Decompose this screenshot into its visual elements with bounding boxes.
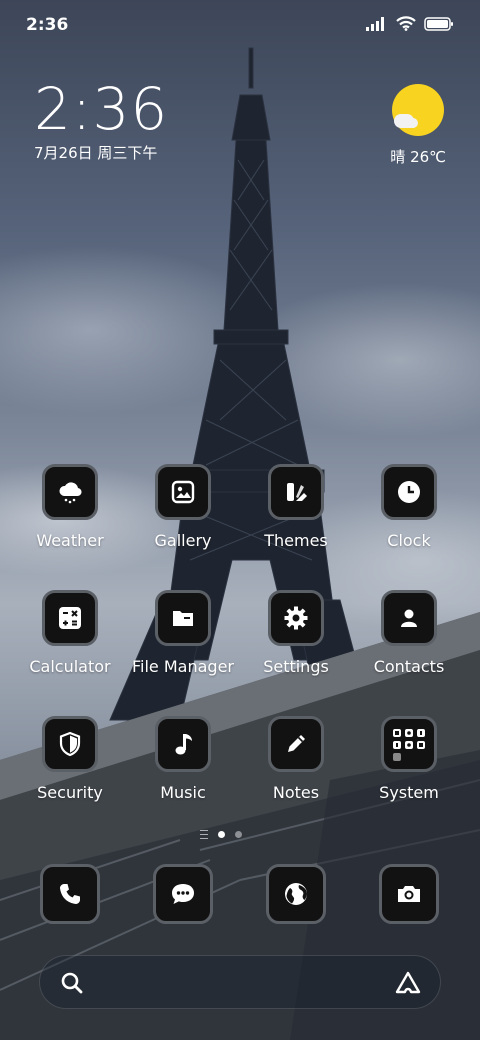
app-label: Settings bbox=[263, 657, 329, 676]
app-row: Security Music Notes System bbox=[0, 716, 480, 842]
app-settings[interactable]: Settings bbox=[241, 590, 351, 700]
app-label: File Manager bbox=[132, 657, 234, 676]
app-label: Music bbox=[160, 783, 206, 802]
status-icons bbox=[366, 16, 454, 31]
app-row: Calculator File Manager Settings Contact… bbox=[0, 590, 480, 716]
app-label: Clock bbox=[387, 531, 431, 550]
themes-icon bbox=[268, 464, 324, 520]
shield-icon bbox=[42, 716, 98, 772]
clock-widget[interactable]: 2:36 7月26日 周三下午 bbox=[34, 78, 168, 163]
folder-icon bbox=[155, 590, 211, 646]
assistant-icon[interactable] bbox=[394, 970, 422, 996]
weather-widget[interactable]: 晴 26℃ bbox=[364, 84, 446, 166]
status-time: 2:36 bbox=[26, 15, 69, 35]
clock-widget-date: 7月26日 周三下午 bbox=[34, 144, 158, 162]
page-list-icon bbox=[200, 830, 208, 839]
dock-browser[interactable] bbox=[264, 862, 328, 926]
app-label: Themes bbox=[264, 531, 328, 550]
camera-icon bbox=[379, 864, 439, 924]
status-bar: 2:36 bbox=[0, 0, 480, 50]
app-themes[interactable]: Themes bbox=[241, 464, 351, 574]
app-calculator[interactable]: Calculator bbox=[15, 590, 125, 700]
battery-icon bbox=[424, 16, 453, 31]
pencil-icon bbox=[268, 716, 324, 772]
app-label: Gallery bbox=[154, 531, 212, 550]
folder-grid-icon bbox=[381, 716, 437, 772]
signal-icon bbox=[366, 16, 384, 31]
app-weather[interactable]: Weather bbox=[15, 464, 125, 574]
app-label: Contacts bbox=[373, 657, 445, 676]
app-clock[interactable]: Clock bbox=[354, 464, 464, 574]
app-label: Calculator bbox=[29, 657, 111, 676]
clock-widget-time: 2:36 bbox=[34, 75, 169, 143]
app-grid: Weather Gallery Themes Clock Calculator … bbox=[0, 464, 480, 842]
app-label: Weather bbox=[36, 531, 104, 550]
dock-camera[interactable] bbox=[377, 862, 441, 926]
sunny-cloud-icon bbox=[392, 84, 444, 136]
dock bbox=[0, 862, 480, 926]
page-indicator[interactable] bbox=[200, 830, 242, 839]
app-system-folder[interactable]: System bbox=[354, 716, 464, 826]
calculator-icon bbox=[42, 590, 98, 646]
search-icon bbox=[61, 972, 83, 994]
cloud-icon-small bbox=[404, 118, 418, 128]
app-file-manager[interactable]: File Manager bbox=[128, 590, 238, 700]
app-contacts[interactable]: Contacts bbox=[354, 590, 464, 700]
clock-icon bbox=[381, 464, 437, 520]
search-bar[interactable] bbox=[39, 955, 441, 1009]
weather-condition-temp: 晴 26℃ bbox=[390, 148, 446, 166]
dock-messages[interactable] bbox=[151, 862, 215, 926]
dock-phone[interactable] bbox=[38, 862, 102, 926]
browser-globe-icon bbox=[266, 864, 326, 924]
contact-icon bbox=[381, 590, 437, 646]
gear-icon bbox=[268, 590, 324, 646]
message-icon bbox=[153, 864, 213, 924]
page-dot bbox=[218, 831, 225, 838]
app-label: System bbox=[379, 783, 439, 802]
app-row: Weather Gallery Themes Clock bbox=[0, 464, 480, 590]
app-music[interactable]: Music bbox=[128, 716, 238, 826]
wifi-icon bbox=[396, 16, 416, 31]
phone-icon bbox=[40, 864, 100, 924]
weather-icon bbox=[42, 464, 98, 520]
music-note-icon bbox=[155, 716, 211, 772]
app-notes[interactable]: Notes bbox=[241, 716, 351, 826]
app-gallery[interactable]: Gallery bbox=[128, 464, 238, 574]
app-label: Notes bbox=[272, 783, 320, 802]
app-security[interactable]: Security bbox=[15, 716, 125, 826]
gallery-icon bbox=[155, 464, 211, 520]
app-label: Security bbox=[37, 783, 103, 802]
page-dot bbox=[235, 831, 242, 838]
